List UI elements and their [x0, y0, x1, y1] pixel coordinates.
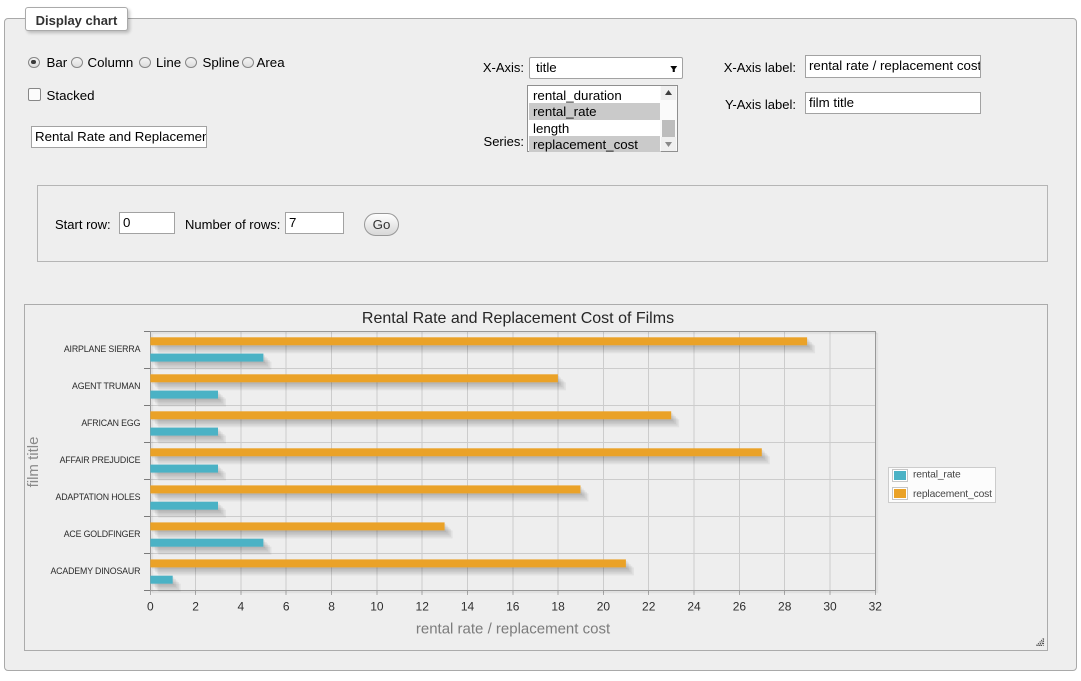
- svg-text:12: 12: [416, 599, 430, 613]
- svg-text:Rental Rate and Replacement Co: Rental Rate and Replacement Cost of Film…: [362, 310, 674, 327]
- svg-text:replacement_cost: replacement_cost: [913, 489, 992, 500]
- svg-text:AGENT TRUMAN: AGENT TRUMAN: [72, 381, 140, 391]
- svg-text:26: 26: [733, 599, 747, 613]
- svg-text:22: 22: [642, 599, 656, 613]
- svg-text:30: 30: [823, 599, 837, 613]
- svg-text:ACADEMY DINOSAUR: ACADEMY DINOSAUR: [50, 566, 140, 576]
- svg-text:rental_rate: rental_rate: [913, 470, 961, 481]
- svg-text:6: 6: [283, 599, 290, 613]
- svg-text:10: 10: [370, 599, 384, 613]
- svg-text:32: 32: [869, 599, 883, 613]
- svg-text:AIRPLANE SIERRA: AIRPLANE SIERRA: [64, 344, 141, 354]
- svg-text:14: 14: [461, 599, 475, 613]
- svg-text:ADAPTATION HOLES: ADAPTATION HOLES: [56, 492, 141, 502]
- svg-text:18: 18: [551, 599, 565, 613]
- svg-text:8: 8: [328, 599, 335, 613]
- svg-text:16: 16: [506, 599, 520, 613]
- svg-text:20: 20: [597, 599, 611, 613]
- svg-text:AFFAIR PREJUDICE: AFFAIR PREJUDICE: [60, 455, 141, 465]
- svg-text:4: 4: [238, 599, 245, 613]
- svg-text:0: 0: [147, 599, 154, 613]
- svg-text:2: 2: [192, 599, 199, 613]
- svg-text:AFRICAN EGG: AFRICAN EGG: [81, 418, 140, 428]
- svg-text:rental rate / replacement cost: rental rate / replacement cost: [416, 621, 611, 638]
- svg-text:ACE GOLDFINGER: ACE GOLDFINGER: [64, 529, 141, 539]
- svg-text:24: 24: [687, 599, 701, 613]
- svg-text:28: 28: [778, 599, 792, 613]
- svg-text:film title: film title: [25, 437, 42, 488]
